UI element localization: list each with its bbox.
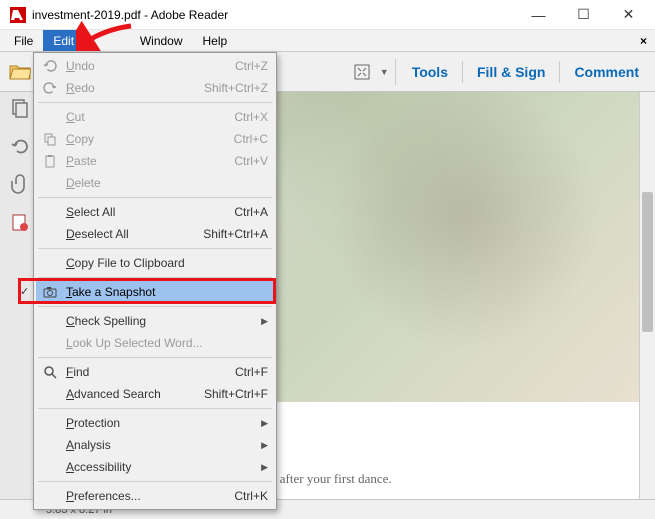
menu-item-label: Delete (66, 176, 101, 190)
maximize-button[interactable]: ☐ (561, 1, 606, 29)
menu-separator (38, 197, 272, 198)
menu-separator (38, 408, 272, 409)
undo-panel-icon[interactable] (10, 136, 30, 156)
menu-shortcut: Ctrl+K (234, 489, 268, 503)
menu-item-paste: Paste Ctrl+V (36, 150, 274, 172)
menu-file[interactable]: File (4, 30, 43, 51)
menu-item-label: Copy (66, 132, 94, 146)
page-fit-button[interactable] (347, 57, 377, 87)
menu-item-label: Look Up Selected Word... (66, 336, 203, 350)
menu-item-copy-file-to-clipboard[interactable]: Copy File to Clipboard (36, 252, 274, 274)
menu-item-cut: Cut Ctrl+X (36, 106, 274, 128)
menu-separator (38, 277, 272, 278)
edit-menu-dropdown: UndoCtrl+ZRedoShift+Ctrl+ZCutCtrl+XCopyC… (33, 52, 277, 510)
menu-shortcut: Shift+Ctrl+F (204, 387, 268, 401)
menu-item-analysis[interactable]: Analysis ▶ (36, 434, 274, 456)
menu-shortcut: Ctrl+A (234, 205, 268, 219)
dropdown-arrow-icon[interactable]: ▼ (380, 67, 389, 77)
tools-link[interactable]: Tools (400, 58, 460, 86)
menu-shortcut: Ctrl+X (234, 110, 268, 124)
doc-close-button[interactable]: × (632, 30, 655, 51)
menu-item-take-a-snapshot[interactable]: ✓Take a Snapshot (36, 281, 274, 303)
menu-item-label: Accessibility (66, 460, 131, 474)
menu-shortcut: Ctrl+C (234, 132, 268, 146)
menu-item-delete: Delete (36, 172, 274, 194)
window-title: investment-2019.pdf - Adobe Reader (32, 8, 516, 22)
menu-item-label: Paste (66, 154, 97, 168)
menu-item-label: Undo (66, 59, 95, 73)
menu-item-label: Preferences... (66, 489, 141, 503)
attachments-icon[interactable] (10, 174, 30, 194)
menu-item-accessibility[interactable]: Accessibility ▶ (36, 456, 274, 478)
submenu-arrow-icon: ▶ (261, 316, 268, 327)
menu-item-label: Analysis (66, 438, 111, 452)
menu-shortcut: Ctrl+V (234, 154, 268, 168)
signatures-icon[interactable] (10, 212, 30, 232)
pages-panel-icon[interactable] (10, 98, 30, 118)
menu-window[interactable]: Window (130, 30, 193, 51)
menu-item-select-all[interactable]: Select All Ctrl+A (36, 201, 274, 223)
menu-item-find[interactable]: Find Ctrl+F (36, 361, 274, 383)
menu-shortcut: Shift+Ctrl+Z (204, 81, 268, 95)
menu-item-label: Protection (66, 416, 120, 430)
menu-item-label: Find (66, 365, 89, 379)
vertical-scrollbar[interactable] (639, 92, 655, 499)
paste-icon (43, 154, 57, 168)
menu-item-label: Redo (66, 81, 95, 95)
submenu-arrow-icon: ▶ (261, 440, 268, 451)
menu-separator (38, 102, 272, 103)
menu-item-look-up-selected-word: Look Up Selected Word... (36, 332, 274, 354)
menu-item-undo: Undo Ctrl+Z (36, 55, 274, 77)
menu-shortcut: Ctrl+F (235, 365, 268, 379)
menu-item-preferences[interactable]: Preferences... Ctrl+K (36, 485, 274, 507)
search-icon (43, 365, 57, 379)
menu-item-copy: Copy Ctrl+C (36, 128, 274, 150)
submenu-arrow-icon: ▶ (261, 462, 268, 473)
close-button[interactable]: ✕ (606, 1, 651, 29)
titlebar: investment-2019.pdf - Adobe Reader — ☐ ✕ (0, 0, 655, 30)
copy-icon (43, 132, 57, 146)
fill-sign-link[interactable]: Fill & Sign (465, 58, 557, 86)
open-button[interactable] (5, 57, 35, 87)
menu-item-label: Cut (66, 110, 85, 124)
menu-help[interactable]: Help (193, 30, 238, 51)
menu-item-label: Take a Snapshot (66, 285, 155, 299)
menu-item-label: Check Spelling (66, 314, 146, 328)
menubar: File Edit View Window Help × (0, 30, 655, 52)
scroll-thumb[interactable] (642, 192, 653, 332)
menu-item-label: Select All (66, 205, 115, 219)
comment-link[interactable]: Comment (562, 58, 651, 86)
app-icon (10, 7, 26, 23)
menu-shortcut: Shift+Ctrl+A (203, 227, 268, 241)
menu-item-redo: Redo Shift+Ctrl+Z (36, 77, 274, 99)
check-icon: ✓ (20, 285, 29, 298)
menu-separator (38, 357, 272, 358)
menu-item-check-spelling[interactable]: Check Spelling ▶ (36, 310, 274, 332)
menu-item-advanced-search[interactable]: Advanced Search Shift+Ctrl+F (36, 383, 274, 405)
redo-icon (43, 81, 57, 95)
menu-item-label: Deselect All (66, 227, 129, 241)
camera-icon (43, 285, 57, 299)
undo-icon (43, 59, 57, 73)
menu-item-protection[interactable]: Protection ▶ (36, 412, 274, 434)
menu-separator (38, 481, 272, 482)
submenu-arrow-icon: ▶ (261, 418, 268, 429)
menu-item-deselect-all[interactable]: Deselect All Shift+Ctrl+A (36, 223, 274, 245)
menu-separator (38, 306, 272, 307)
menu-separator (38, 248, 272, 249)
menu-item-label: Copy File to Clipboard (66, 256, 185, 270)
minimize-button[interactable]: — (516, 1, 561, 29)
menu-item-label: Advanced Search (66, 387, 161, 401)
menu-shortcut: Ctrl+Z (235, 59, 268, 73)
menu-edit[interactable]: Edit (43, 30, 84, 51)
